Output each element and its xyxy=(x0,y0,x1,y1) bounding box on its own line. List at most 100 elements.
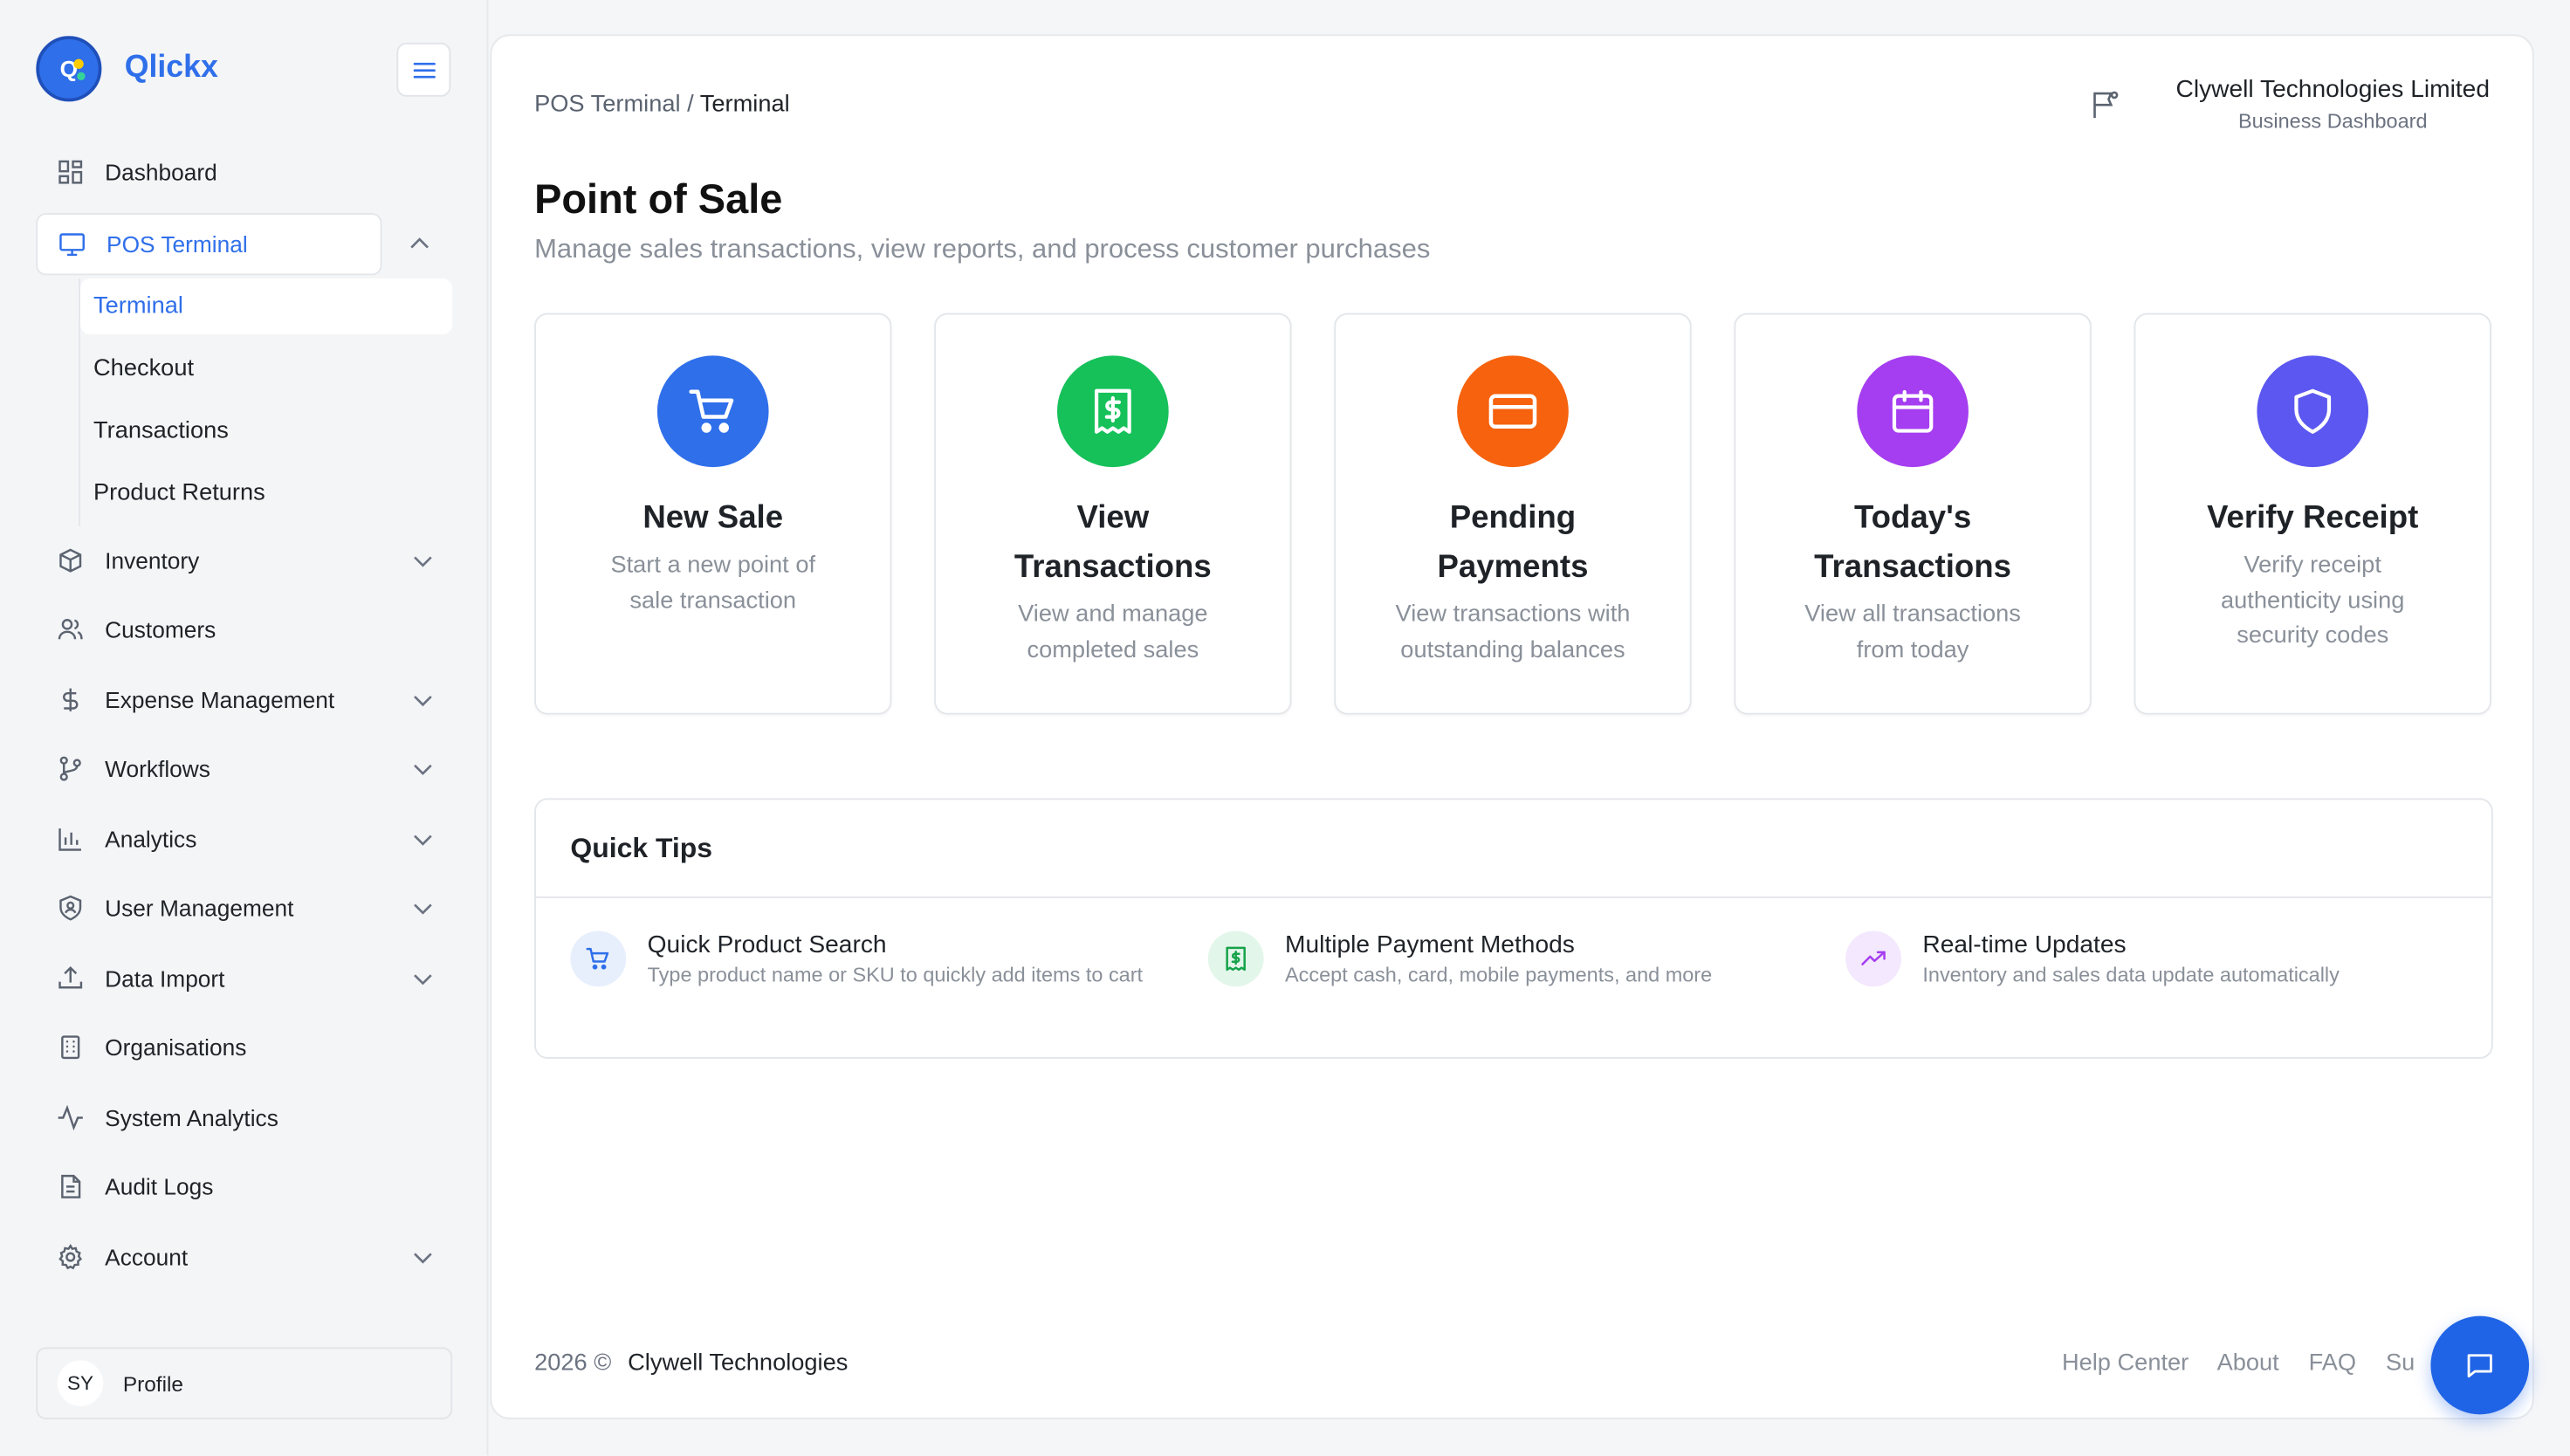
breadcrumb-current: Terminal xyxy=(699,92,790,119)
tip-item: Multiple Payment Methods Accept cash, ca… xyxy=(1207,931,1793,991)
tip-description: Accept cash, card, mobile payments, and … xyxy=(1284,963,1713,987)
sidebar-item-workflows[interactable]: Workflows xyxy=(36,734,452,804)
card-title: View Transactions xyxy=(1014,499,1212,586)
calendar-icon xyxy=(1857,355,1969,468)
gear-icon xyxy=(56,1242,86,1272)
footer-link-about[interactable]: About xyxy=(2217,1350,2279,1377)
tip-item: Real-time Updates Inventory and sales da… xyxy=(1845,931,2430,991)
tip-description: Inventory and sales data update automati… xyxy=(1922,963,2340,987)
card-title: Verify Receipt xyxy=(2207,499,2419,536)
sidebar-item-label: Customers xyxy=(105,616,216,643)
card-todays-transactions[interactable]: Today's Transactions View all transaction… xyxy=(1734,312,2092,715)
submenu-item-checkout[interactable]: Checkout xyxy=(80,337,452,400)
card-pending-payments[interactable]: Pending Payments View transactions with ou… xyxy=(1334,312,1692,715)
file-text-icon xyxy=(56,1172,86,1202)
chevron-down-icon xyxy=(413,826,433,852)
sidebar-item-label: Account xyxy=(105,1243,189,1270)
breadcrumb: POS Terminal / Terminal xyxy=(534,92,790,118)
sidebar-item-organisations[interactable]: Organisations xyxy=(36,1013,452,1083)
sidebar-item-expense-management[interactable]: Expense Management xyxy=(36,665,452,735)
card-view-transactions[interactable]: View Transactions View and manage complete… xyxy=(934,312,1292,715)
chevron-down-icon xyxy=(413,965,433,992)
tip-title: Real-time Updates xyxy=(1922,931,2127,959)
company-subtitle: Business Dashboard xyxy=(2237,109,2428,134)
copyright-symbol: © xyxy=(594,1350,612,1377)
pos-terminal-submenu: Terminal Checkout Transactions Product R… xyxy=(79,278,453,526)
sidebar-item-account[interactable]: Account xyxy=(36,1222,452,1292)
sidebar-item-customers[interactable]: Customers xyxy=(36,595,452,665)
tip-description: Type product name or SKU to quickly add … xyxy=(647,963,1144,987)
tip-title: Multiple Payment Methods xyxy=(1284,931,1575,959)
grid-icon xyxy=(56,158,86,188)
shield-user-icon xyxy=(56,894,86,924)
upload-icon xyxy=(56,964,86,993)
action-cards: New Sale Start a new point of sale transa… xyxy=(534,312,2493,717)
building-icon xyxy=(56,1034,86,1063)
trending-up-icon xyxy=(1845,931,1901,987)
sidebar-item-audit-logs[interactable]: Audit Logs xyxy=(36,1152,452,1222)
footer-copyright: 2026 © Clywell Technologies xyxy=(534,1350,848,1377)
card-new-sale[interactable]: New Sale Start a new point of sale transa… xyxy=(534,312,892,715)
brand-name: Qlickx xyxy=(124,51,218,86)
chevron-up-icon[interactable] xyxy=(409,228,429,258)
sidebar: Q Qlickx Dashboard POS Terminal Terminal… xyxy=(0,0,489,1456)
sidebar-item-label: Data Import xyxy=(105,965,225,992)
breadcrumb-parent[interactable]: POS Terminal xyxy=(534,92,680,118)
chevron-down-icon xyxy=(413,547,433,573)
sidebar-item-label: Dashboard xyxy=(105,159,217,186)
receipt-icon xyxy=(1057,355,1169,468)
package-icon xyxy=(56,546,86,575)
card-verify-receipt[interactable]: Verify Receipt Verify receipt authenticit… xyxy=(2134,312,2491,715)
sidebar-item-label: Analytics xyxy=(105,826,197,853)
footer-link-help-center[interactable]: Help Center xyxy=(2062,1350,2189,1377)
users-icon xyxy=(56,615,86,645)
sidebar-item-pos-terminal[interactable]: POS Terminal xyxy=(36,212,382,275)
dollar-icon xyxy=(56,685,86,715)
card-description: Verify receipt authenticity using security… xyxy=(2221,552,2405,649)
breadcrumb-separator: / xyxy=(687,92,694,119)
chevron-down-icon xyxy=(413,896,433,922)
card-title: New Sale xyxy=(642,499,784,536)
card-title: Today's Transactions xyxy=(1814,499,2012,586)
page-title: Point of Sale xyxy=(534,176,783,223)
footer-link-faq[interactable]: FAQ xyxy=(2309,1350,2356,1377)
credit-card-icon xyxy=(1457,355,1569,468)
submenu-item-transactions[interactable]: Transactions xyxy=(80,400,452,463)
chat-button[interactable] xyxy=(2430,1315,2530,1415)
logo-icon: Q xyxy=(36,36,102,102)
brand[interactable]: Q Qlickx xyxy=(36,36,218,102)
chevron-down-icon xyxy=(413,1244,433,1270)
cart-icon xyxy=(656,355,769,468)
feedback-flag-icon[interactable] xyxy=(2088,88,2121,129)
submenu-item-terminal[interactable]: Terminal xyxy=(79,278,453,334)
receipt-icon xyxy=(1207,931,1264,987)
profile-button[interactable]: SY Profile xyxy=(36,1347,453,1419)
sidebar-item-data-import[interactable]: Data Import xyxy=(36,944,452,1013)
quick-tips-heading: Quick Tips xyxy=(535,800,2491,898)
sidebar-item-label: Organisations xyxy=(105,1034,247,1061)
card-description: View all transactions from today xyxy=(1804,601,2021,663)
footer-link-support[interactable]: Support xyxy=(2386,1350,2416,1377)
activity-icon xyxy=(56,1102,86,1132)
sidebar-item-dashboard[interactable]: Dashboard xyxy=(36,138,452,208)
card-description: View transactions with outstanding balanc… xyxy=(1395,601,1631,663)
submenu-item-product-returns[interactable]: Product Returns xyxy=(80,463,452,525)
git-branch-icon xyxy=(56,754,86,784)
sidebar-item-inventory[interactable]: Inventory xyxy=(36,525,452,595)
chat-icon xyxy=(2467,1354,2492,1378)
tip-item: Quick Product Search Type product name o… xyxy=(570,931,1155,991)
sidebar-item-user-management[interactable]: User Management xyxy=(36,874,452,944)
shield-icon xyxy=(2257,355,2369,468)
sidebar-item-analytics[interactable]: Analytics xyxy=(36,804,452,874)
footer-org[interactable]: Clywell Technologies xyxy=(628,1350,848,1377)
menu-toggle-button[interactable] xyxy=(396,42,451,97)
hamburger-icon xyxy=(412,61,435,78)
sidebar-item-label: Expense Management xyxy=(105,686,335,713)
company-switcher[interactable]: Clywell Technologies Limited Business Da… xyxy=(2175,75,2490,133)
company-name: Clywell Technologies Limited xyxy=(2175,75,2490,104)
sidebar-item-label: User Management xyxy=(105,895,294,922)
sidebar-item-system-analytics[interactable]: System Analytics xyxy=(36,1082,452,1152)
card-description: View and manage completed sales xyxy=(1018,601,1208,663)
card-description: Start a new point of sale transaction xyxy=(610,552,816,615)
sidebar-item-label: POS Terminal xyxy=(107,230,248,257)
